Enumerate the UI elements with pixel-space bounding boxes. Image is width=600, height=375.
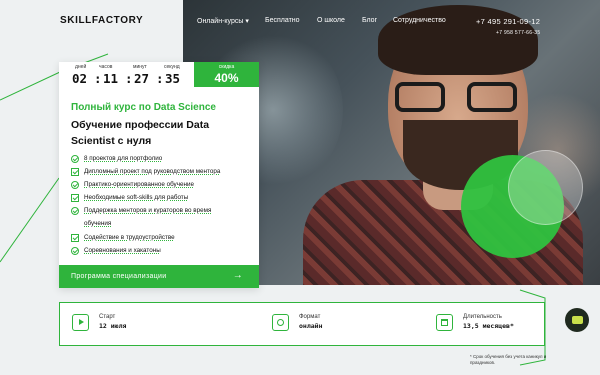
timer-minutes: 27 [134,71,150,86]
feature-item: Содействие в трудоустройстве [71,232,175,244]
duration-footnote: * Срок обучения без учета каникул и праз… [470,354,547,365]
timer-days-label: дней [75,64,87,70]
program-button-label: Программа специализации [71,273,167,280]
timer-seconds: 35 [165,71,181,86]
countdown-timer: дней часов минут секунд 02 : 11 : 27 : 3… [59,62,194,86]
timer-sep: : [156,71,164,86]
check-square-icon [71,194,79,202]
nav-online-courses[interactable]: Онлайн-курсы ▾ [197,17,249,25]
timer-sep: : [94,71,102,86]
check-square-icon [71,234,79,242]
phone-main[interactable]: +7 495 291-09-12 [476,17,540,26]
course-info-bar: Старт 12 июля Формат онлайн Длительность… [59,302,545,346]
nav-partnership[interactable]: Сотрудничество [393,17,446,24]
arrow-right-icon: → [232,270,243,281]
feature-item: Соревнования и хакатоны [71,245,161,257]
check-circle-icon [71,247,79,255]
play-icon [72,314,89,331]
program-button[interactable]: Программа специализации → [59,265,259,288]
course-card: дней часов минут секунд 02 : 11 : 27 : 3… [59,62,259,288]
discount-label: скидка [218,64,235,70]
timer-hours: 11 [103,71,119,86]
decorative-white-circle [508,150,583,225]
info-format: Формат онлайн [272,314,322,331]
feature-item: Практико-ориентированное обучение [71,179,194,191]
timer-sep: : [125,71,133,86]
timer-days: 02 [72,71,88,86]
logo[interactable]: SKILLFACTORY [60,15,143,26]
timer-hours-label: часов [99,64,113,70]
page-title: Обучение профессии Data Scientist с нуля [71,119,210,147]
nav-about[interactable]: О школе [317,17,345,24]
nav-blog[interactable]: Блог [362,17,377,24]
feature-item-continued: обучения [84,220,112,227]
info-duration: Длительность 13,5 месяцев* [436,314,514,331]
duration-label: Длительность [463,314,502,320]
feature-item: Дипломный проект под руководством ментор… [71,166,220,178]
calendar-icon [436,314,453,331]
format-value: онлайн [299,322,323,330]
discount-value: 40% [214,71,239,85]
feature-item: Необходимые soft-skills для работы [71,192,188,204]
phone-secondary[interactable]: +7 958 577-66-35 [496,30,540,36]
globe-icon [272,314,289,331]
info-start: Старт 12 июля [72,314,126,331]
check-square-icon [71,168,79,176]
feature-item: 8 проектов для портфолио [71,153,162,165]
chat-icon [571,316,583,324]
start-value: 12 июля [99,322,127,330]
timer-minutes-label: минут [133,64,147,70]
feature-item: Поддержка менторов и кураторов во время [71,205,211,217]
format-label: Формат [299,314,321,320]
chat-button[interactable] [565,308,589,332]
course-title: Полный курс по Data Science [71,102,216,113]
check-circle-icon [71,155,79,163]
check-circle-icon [71,207,79,215]
nav-free[interactable]: Бесплатно [265,17,300,24]
start-label: Старт [99,314,116,320]
timer-seconds-label: секунд [164,64,180,70]
check-circle-icon [71,181,79,189]
duration-value: 13,5 месяцев* [463,322,514,330]
discount-badge: скидка 40% [194,62,259,87]
